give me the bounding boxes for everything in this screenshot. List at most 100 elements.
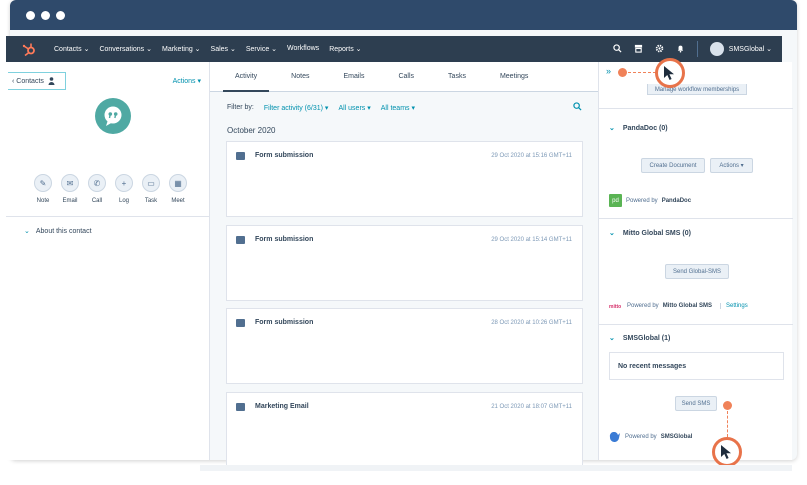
annotation-dot [618, 68, 627, 77]
quick-action-label: Task [144, 198, 158, 204]
email-icon [236, 403, 245, 411]
nav-marketing[interactable]: Marketing ⌄ [162, 45, 201, 53]
mitto-section-toggle[interactable]: ⌄ Mitto Global SMS (0) [609, 229, 691, 238]
powered-by-label: Powered by [626, 197, 658, 204]
tab-emails[interactable]: Emails [326, 73, 381, 91]
phone-icon[interactable]: ✆ [88, 174, 106, 192]
quick-action-meet[interactable]: ▦ Meet [169, 174, 187, 204]
divider [599, 108, 793, 109]
cursor-callout [712, 437, 742, 467]
activity-card[interactable]: Form submission 28 Oct 2020 at 10:26 GMT… [226, 308, 583, 384]
about-contact-label: About this contact [35, 227, 92, 235]
activity-title: Form submission [255, 319, 314, 326]
annotation-dot [723, 401, 732, 410]
quick-action-call[interactable]: ✆ Call [88, 174, 106, 204]
chevron-down-icon: ⌄ [609, 230, 615, 237]
filter-bar: Filter by: Filter activity (6/31) ▾ All … [227, 104, 415, 112]
settings-icon[interactable] [655, 44, 664, 55]
email-icon[interactable]: ✉ [61, 174, 79, 192]
nav-workflows[interactable]: Workflows [287, 45, 319, 53]
search-icon[interactable] [613, 43, 622, 55]
window-dot-icon[interactable] [41, 10, 50, 20]
plus-icon[interactable]: + [115, 174, 133, 192]
nav-reports[interactable]: Reports ⌄ [329, 45, 361, 53]
nav-service[interactable]: Service ⌄ [246, 45, 277, 53]
tab-meetings[interactable]: Meetings [483, 73, 545, 91]
send-global-sms-button[interactable]: Send Global-SMS [665, 264, 729, 279]
window-dot-icon[interactable] [26, 10, 35, 20]
activity-timeline: Activity Notes Emails Calls Tasks Meetin… [210, 62, 598, 468]
nav-contacts[interactable]: Contacts ⌄ [54, 45, 89, 53]
no-recent-messages: No recent messages [609, 352, 784, 380]
pandadoc-logo-icon: pd [609, 194, 622, 207]
hubspot-logo-icon[interactable] [20, 40, 38, 58]
calendar-icon[interactable]: ▦ [169, 174, 187, 192]
speech-bubble-logo-icon [104, 106, 122, 126]
contact-actions-dropdown[interactable]: Actions ▾ [173, 77, 201, 85]
quick-actions: ✎ Note ✉ Email ✆ Call + Log ▭ Task ▦ Mee… [34, 174, 187, 204]
section-title: Mitto Global SMS (0) [622, 229, 691, 237]
send-sms-button[interactable]: Send SMS [675, 396, 717, 411]
tab-calls[interactable]: Calls [381, 73, 431, 91]
all-teams-dropdown[interactable]: All teams ▾ [381, 104, 415, 112]
contact-avatar [95, 98, 131, 134]
pandadoc-actions-button[interactable]: Actions ▾ [710, 158, 753, 173]
quick-action-label: Meet [171, 198, 185, 204]
tab-activity[interactable]: Activity [218, 73, 274, 92]
quick-action-label: Call [91, 198, 103, 204]
marketplace-icon[interactable] [634, 44, 643, 55]
smsglobal-powered-by: Powered by SMSGlobal [609, 432, 692, 442]
annotation-dashed-line [628, 72, 656, 73]
create-document-button[interactable]: Create Document [641, 158, 705, 173]
section-title: SMSGlobal (1) [622, 334, 671, 342]
window-chrome [10, 0, 797, 30]
notifications-icon[interactable] [676, 44, 685, 55]
quick-action-email[interactable]: ✉ Email [61, 174, 79, 204]
avatar [709, 42, 724, 56]
nav-conversations[interactable]: Conversations ⌄ [99, 45, 152, 53]
activity-card[interactable]: Form submission 29 Oct 2020 at 15:16 GMT… [226, 141, 583, 217]
powered-by-name: PandaDoc [661, 197, 692, 204]
note-icon[interactable]: ✎ [34, 174, 52, 192]
window-dot-icon[interactable] [56, 10, 65, 20]
back-to-contacts-button[interactable]: ‹ Contacts [8, 72, 66, 90]
chevron-down-icon: ⌄ [609, 335, 615, 342]
activity-card[interactable]: Form submission 29 Oct 2020 at 15:14 GMT… [226, 225, 583, 301]
chevron-down-icon: ⌄ [24, 228, 30, 235]
quick-action-note[interactable]: ✎ Note [34, 174, 52, 204]
page-bottom-edge [200, 465, 792, 471]
account-menu[interactable]: SMSGlobal ⌄ [709, 42, 772, 56]
quick-action-label: Note [36, 198, 50, 204]
about-contact-section-toggle[interactable]: ⌄ About this contact [24, 227, 92, 236]
all-users-dropdown[interactable]: All users ▾ [338, 104, 370, 112]
quick-action-label: Log [118, 198, 129, 204]
cursor-icon [721, 445, 731, 459]
activity-card[interactable]: Marketing Email 21 Oct 2020 at 18:07 GMT… [226, 392, 583, 468]
tab-tasks[interactable]: Tasks [431, 73, 483, 91]
quick-action-task[interactable]: ▭ Task [142, 174, 160, 204]
mitto-logo-icon: mitto [609, 304, 621, 309]
activity-title: Form submission [255, 236, 314, 243]
form-icon [236, 319, 245, 327]
search-icon[interactable] [573, 102, 582, 113]
expand-sidebar-icon[interactable]: » [606, 66, 611, 76]
smsglobal-section-toggle[interactable]: ⌄ SMSGlobal (1) [609, 334, 671, 343]
tab-notes[interactable]: Notes [274, 73, 326, 91]
activity-title: Form submission [255, 152, 314, 159]
month-heading: October 2020 [227, 126, 276, 135]
section-title: PandaDoc (0) [622, 124, 668, 132]
contacts-tab-label: ‹ Contacts [12, 77, 44, 85]
account-label: SMSGlobal ⌄ [728, 46, 772, 53]
quick-action-log[interactable]: + Log [115, 174, 133, 204]
filter-by-label: Filter by: [227, 104, 254, 111]
integrations-sidebar: » Manage workflow memberships ⌄ PandaDoc… [598, 62, 793, 460]
powered-by-label: Powered by [627, 303, 659, 309]
filter-activity-dropdown[interactable]: Filter activity (6/31) ▾ [264, 104, 329, 112]
nav-sales[interactable]: Sales ⌄ [211, 45, 236, 53]
task-icon[interactable]: ▭ [142, 174, 160, 192]
powered-by-name: SMSGlobal [660, 434, 693, 440]
pandadoc-section-toggle[interactable]: ⌄ PandaDoc (0) [609, 124, 668, 133]
mitto-settings-link[interactable]: Settings [720, 303, 748, 309]
annotation-dashed-line [727, 411, 728, 437]
smsglobal-logo-icon [609, 432, 620, 442]
